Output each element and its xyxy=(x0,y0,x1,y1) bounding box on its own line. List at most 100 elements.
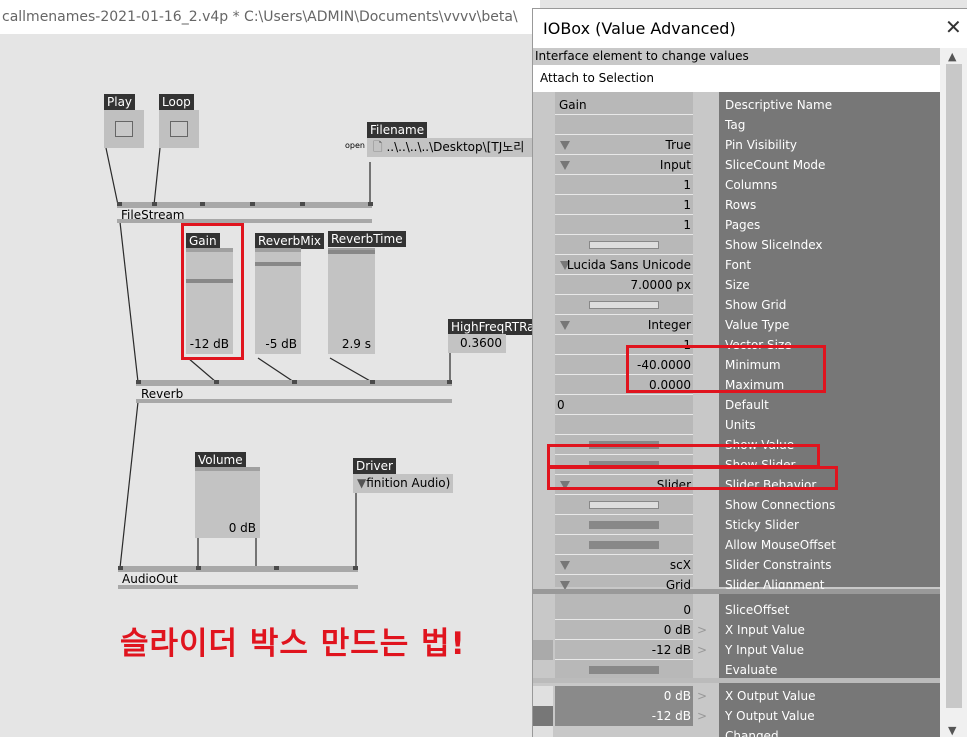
property-value[interactable]: 1 xyxy=(555,175,693,195)
property-value[interactable]: 0 xyxy=(555,600,693,620)
property-row-units[interactable]: Units xyxy=(533,415,940,435)
toggle-bar[interactable] xyxy=(589,501,659,509)
property-value[interactable]: -12 dB xyxy=(555,640,693,660)
audioout-pin[interactable] xyxy=(118,566,123,570)
property-row-show-grid[interactable]: Show Grid xyxy=(533,295,940,315)
property-row-changed[interactable]: Changed xyxy=(533,726,940,737)
property-value[interactable]: 0 dB xyxy=(555,686,693,706)
driver-dropdown[interactable]: ▼finition Audio) xyxy=(353,474,453,493)
property-row-font[interactable]: Lucida Sans Unicode Font xyxy=(533,255,940,275)
property-row-size[interactable]: 7.0000 px Size xyxy=(533,275,940,295)
scrollbar-thumb[interactable] xyxy=(946,64,962,708)
property-value[interactable]: 1 xyxy=(555,195,693,215)
property-row-sticky-slider[interactable]: Sticky Slider xyxy=(533,515,940,535)
property-value[interactable]: Lucida Sans Unicode xyxy=(555,255,693,275)
inspector-scrollbar[interactable]: ▲ ▼ xyxy=(940,48,967,737)
property-row-value-type[interactable]: Integer Value Type xyxy=(533,315,940,335)
filestream-node-bottom[interactable] xyxy=(117,219,372,223)
gain-highlight-box xyxy=(181,223,244,360)
filename-field[interactable]: 🗋 ..\..\..\..\Desktop\[TJ노리 xyxy=(367,138,537,157)
toggle-bar[interactable] xyxy=(589,666,659,674)
property-row-pages[interactable]: 1 Pages xyxy=(533,215,940,235)
toggle-bar[interactable] xyxy=(589,541,659,549)
property-row-tag[interactable]: Tag xyxy=(533,115,940,135)
property-row-slider-constraints[interactable]: scX Slider Constraints xyxy=(533,555,940,575)
property-row-y-output-value[interactable]: -12 dB > Y Output Value xyxy=(533,706,940,726)
reverbmix-slider[interactable]: -5 dB xyxy=(255,248,301,354)
property-value[interactable]: scX xyxy=(555,555,693,575)
property-row-slicecount-mode[interactable]: Input SliceCount Mode xyxy=(533,155,940,175)
property-value[interactable]: Gain xyxy=(555,95,693,115)
chevron-right-icon[interactable]: > xyxy=(697,706,707,726)
property-value[interactable] xyxy=(555,726,693,737)
attach-to-selection-button[interactable]: Attach to Selection xyxy=(540,71,654,85)
volume-slider[interactable]: 0 dB xyxy=(195,467,260,538)
toggle-bar[interactable] xyxy=(589,241,659,249)
filestream-pin[interactable] xyxy=(152,202,157,206)
chevron-right-icon[interactable]: > xyxy=(697,686,707,706)
reverb-pin[interactable] xyxy=(370,380,375,384)
property-value[interactable] xyxy=(555,415,693,435)
property-value[interactable]: -12 dB xyxy=(555,706,693,726)
filestream-pin[interactable] xyxy=(200,202,205,206)
file-icon: 🗋 xyxy=(373,140,387,154)
property-name: Sticky Slider xyxy=(725,518,799,532)
property-value[interactable]: Input xyxy=(555,155,693,175)
property-row-pin-visibility[interactable]: True Pin Visibility xyxy=(533,135,940,155)
reverb-node-bottom[interactable] xyxy=(136,399,452,403)
property-row-show-sliceindex[interactable]: Show SliceIndex xyxy=(533,235,940,255)
property-value[interactable]: True xyxy=(555,135,693,155)
property-name: Descriptive Name xyxy=(725,98,833,112)
property-row-rows[interactable]: 1 Rows xyxy=(533,195,940,215)
play-label: Play xyxy=(104,94,136,110)
filestream-pin[interactable] xyxy=(368,202,373,206)
toggle-bar[interactable] xyxy=(589,301,659,309)
toggle-bar[interactable] xyxy=(589,521,659,529)
chevron-right-icon[interactable]: > xyxy=(697,640,707,660)
loop-toggle[interactable] xyxy=(159,110,199,148)
property-name: X Input Value xyxy=(725,623,805,637)
filestream-pin[interactable] xyxy=(300,202,305,206)
play-toggle[interactable] xyxy=(104,110,144,148)
property-value[interactable]: 0 dB xyxy=(555,620,693,640)
reverb-pin[interactable] xyxy=(136,380,141,384)
reverbtime-slider[interactable]: 2.9 s xyxy=(328,248,375,354)
reverb-pin[interactable] xyxy=(292,380,297,384)
property-row-x-input-value[interactable]: 0 dB > X Input Value xyxy=(533,620,940,640)
reverb-pin[interactable] xyxy=(447,380,452,384)
property-row-y-input-value[interactable]: -12 dB > Y Input Value xyxy=(533,640,940,660)
chevron-right-icon[interactable]: > xyxy=(697,620,707,640)
audioout-pin[interactable] xyxy=(353,566,358,570)
property-row-descriptive-name[interactable]: Gain Descriptive Name xyxy=(533,95,940,115)
property-name: Evaluate xyxy=(725,663,778,677)
property-name: Y Output Value xyxy=(725,709,815,723)
audioout-pin[interactable] xyxy=(196,566,201,570)
property-value[interactable] xyxy=(555,115,693,135)
show-slider-highlight-box xyxy=(547,444,820,468)
reverbtime-slider-thumb[interactable] xyxy=(328,250,375,254)
property-row-sliceoffset[interactable]: 0 SliceOffset xyxy=(533,600,940,620)
property-row-allow-mouseoffset[interactable]: Allow MouseOffset xyxy=(533,535,940,555)
audioout-node-bottom[interactable] xyxy=(118,585,358,589)
property-value[interactable]: 7.0000 px xyxy=(555,275,693,295)
property-row-show-connections[interactable]: Show Connections xyxy=(533,495,940,515)
pin-square xyxy=(533,706,553,726)
highfreq-value[interactable]: 0.3600 xyxy=(448,334,506,353)
scroll-down-icon[interactable]: ▼ xyxy=(948,724,956,737)
reverb-pin[interactable] xyxy=(214,380,219,384)
close-icon[interactable]: ✕ xyxy=(945,15,962,39)
filestream-pin[interactable] xyxy=(250,202,255,206)
property-row-columns[interactable]: 1 Columns xyxy=(533,175,940,195)
property-row-evaluate[interactable]: Evaluate xyxy=(533,660,940,680)
chevron-down-icon: ▼ xyxy=(357,476,367,490)
property-row-x-output-value[interactable]: 0 dB > X Output Value xyxy=(533,686,940,706)
scroll-up-icon[interactable]: ▲ xyxy=(948,50,956,63)
property-value[interactable]: 1 xyxy=(555,215,693,235)
pin-square xyxy=(533,726,553,737)
reverbmix-slider-thumb[interactable] xyxy=(255,262,301,266)
audioout-pin[interactable] xyxy=(274,566,279,570)
property-value[interactable]: Integer xyxy=(555,315,693,335)
loop-label: Loop xyxy=(159,94,194,110)
filestream-pin[interactable] xyxy=(117,202,122,206)
filename-value: ..\..\..\..\Desktop\[TJ노리 xyxy=(386,140,525,154)
